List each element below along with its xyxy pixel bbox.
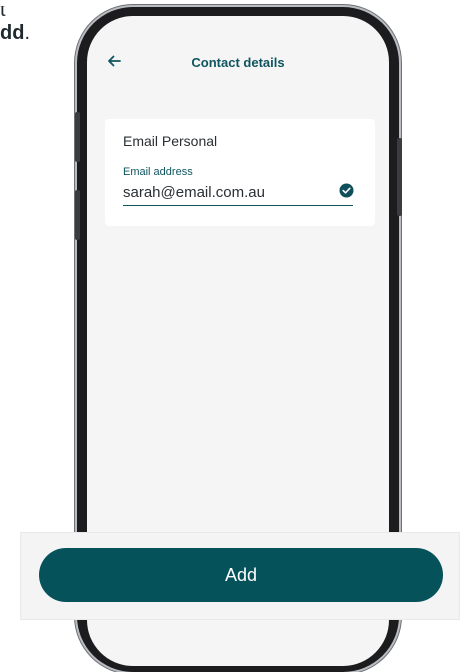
- instruction-line-fragment: t: [0, 6, 6, 20]
- email-card: Email Personal Email address: [105, 119, 375, 226]
- check-circle-icon: [339, 183, 354, 198]
- email-field[interactable]: [123, 179, 353, 206]
- phone-power-button: [397, 138, 402, 216]
- phone-volume-up-button: [75, 112, 80, 162]
- add-button[interactable]: Add: [39, 548, 443, 602]
- instruction-text-fragment: t dd.: [0, 6, 30, 46]
- page-title: Contact details: [191, 55, 285, 70]
- phone-volume-down-button: [75, 190, 80, 240]
- app-header: Contact details: [87, 16, 389, 111]
- instruction-punctuation: .: [24, 22, 30, 44]
- instruction-bold-fragment: dd: [0, 22, 25, 44]
- email-field-label: Email address: [123, 166, 193, 178]
- card-title: Email Personal: [123, 133, 218, 149]
